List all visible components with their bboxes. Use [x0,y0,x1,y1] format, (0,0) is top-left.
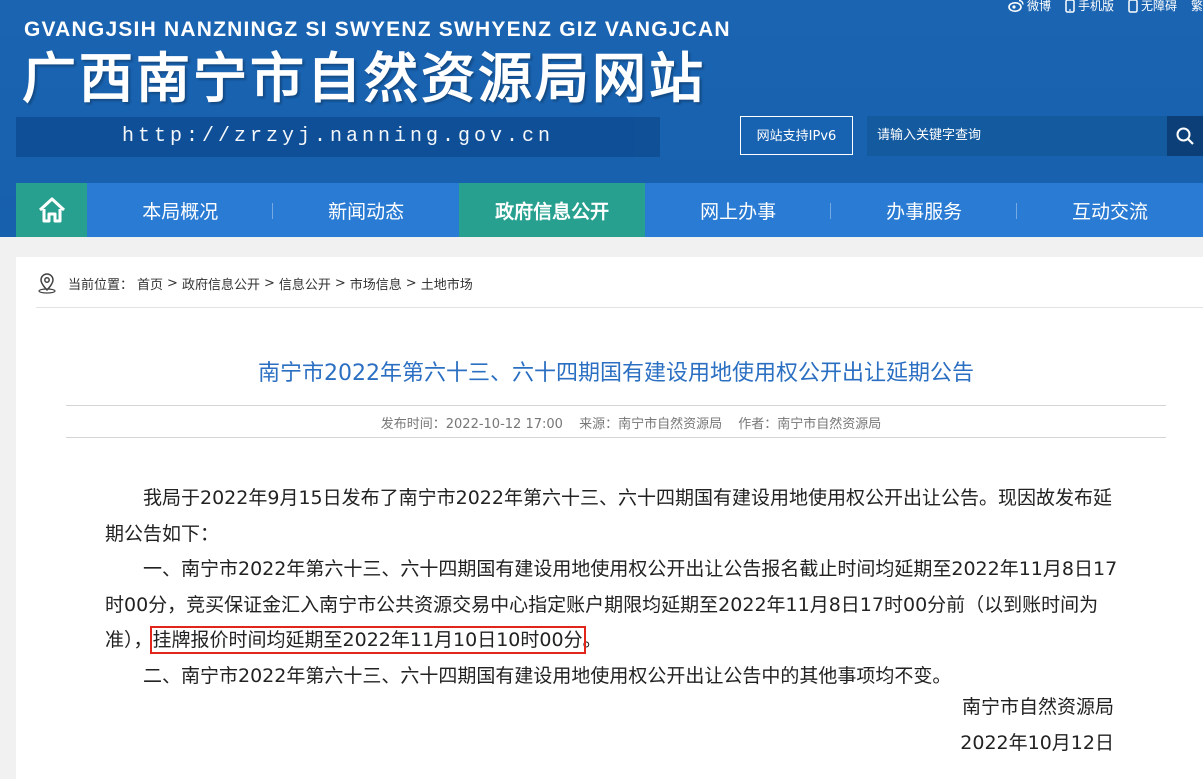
top-links: 微博 手机版 无障碍 繁 [1008,0,1203,14]
mobile-link[interactable]: 手机版 [1065,0,1114,14]
breadcrumb-separator: > [405,275,417,291]
nav-item-news[interactable]: 新闻动态 [273,183,459,237]
mobile-label: 手机版 [1077,0,1114,13]
paragraph-item-1: 一、南宁市2022年第六十三、六十四期国有建设用地使用权公开出让公告报名截止时间… [105,552,1119,659]
weibo-icon [1008,0,1024,12]
nav-item-services[interactable]: 办事服务 [831,183,1018,237]
accessibility-label: 无障碍 [1140,0,1177,13]
search-icon [1176,127,1194,145]
nav-label: 本局概况 [142,200,219,223]
publish-time: 发布时间：2022-10-12 17:00 [380,417,563,432]
site-url: http://zrzyj.nanning.gov.cn [121,125,555,148]
traditional-link[interactable]: 繁 [1191,0,1203,14]
site-header: 微博 手机版 无障碍 繁 GVANGJSIH NANZNINGZ SI SWYE… [0,0,1203,237]
meta-divider [66,437,1166,438]
breadcrumb-item-info-public[interactable]: 信息公开 [279,274,331,293]
signature-org: 南宁市自然资源局 [961,696,1114,718]
breadcrumb-divider [36,307,1203,308]
ipv6-badge[interactable]: 网站支持IPv6 [740,116,853,155]
nav-label: 互动交流 [1072,200,1149,223]
breadcrumb: 当前位置： 首页 > 政府信息公开 > 信息公开 > 市场信息 > 土地市场 [36,272,473,294]
main-nav: 本局概况 新闻动态 政府信息公开 网上办事 办事服务 互动交流 [16,183,1203,237]
breadcrumb-separator: > [263,275,275,291]
nav-item-online-service[interactable]: 网上办事 [645,183,832,237]
breadcrumb-item-gov-info[interactable]: 政府信息公开 [182,274,260,293]
site-title: 广西南宁市自然资源局网站 [22,47,706,110]
main-content: 当前位置： 首页 > 政府信息公开 > 信息公开 > 市场信息 > 土地市场 南… [16,257,1203,779]
location-icon [38,273,56,294]
signature: 南宁市自然资源局 2022年10月12日 [960,690,1114,761]
title-divider [66,405,1166,406]
highlighted-text: 挂牌报价时间均延期至2022年11月10日10时00分 [149,626,586,654]
breadcrumb-item-market-info[interactable]: 市场信息 [350,274,402,293]
traditional-label: 繁 [1190,0,1203,13]
breadcrumb-separator: > [167,275,178,291]
nav-home[interactable] [16,183,88,237]
nav-item-gov-info[interactable]: 政府信息公开 [459,183,646,237]
home-icon [38,197,65,223]
signature-date: 2022年10月12日 [960,731,1114,754]
paragraph-item-2: 二、南宁市2022年第六十三、六十四期国有建设用地使用权公开出让公告中的其他事项… [143,664,952,687]
article-body: 我局于2022年9月15日发布了南宁市2022年第六十三、六十四期国有建设用地使… [105,481,1119,694]
phone-icon [1065,0,1075,13]
url-bar: http://zrzyj.nanning.gov.cn [16,117,660,157]
nav-label: 办事服务 [886,200,963,223]
article-author: 作者：南宁市自然资源局 [738,417,882,432]
search-input[interactable]: 请输入关键字查询 [867,116,1167,156]
accessibility-icon [1128,0,1138,13]
nav-item-interaction[interactable]: 互动交流 [1017,183,1203,237]
weibo-label: 微博 [1026,0,1051,13]
article-meta: 发布时间：2022-10-12 17:00 来源：南宁市自然资源局 作者：南宁市… [16,413,1203,432]
breadcrumb-item-home[interactable]: 首页 [137,274,163,293]
nav-item-about[interactable]: 本局概况 [87,183,274,237]
site-pinyin-title: GVANGJSIH NANZNINGZ SI SWYENZ SWHYENZ GI… [24,18,731,41]
breadcrumb-label: 当前位置： [68,277,134,293]
breadcrumb-separator: > [334,275,346,291]
article-title: 南宁市2022年第六十三、六十四期国有建设用地使用权公开出让延期公告 [258,361,974,386]
article-source: 来源：南宁市自然资源局 [579,417,723,432]
search-button[interactable] [1167,116,1203,156]
nav-label: 政府信息公开 [495,200,610,223]
nav-label: 网上办事 [700,200,777,223]
nav-label: 新闻动态 [328,200,405,223]
accessibility-link[interactable]: 无障碍 [1128,0,1177,14]
weibo-link[interactable]: 微博 [1008,0,1051,14]
paragraph-item-1-end: 。 [582,629,602,651]
paragraph-intro: 我局于2022年9月15日发布了南宁市2022年第六十三、六十四期国有建设用地使… [105,487,1112,545]
breadcrumb-item-land-market[interactable]: 土地市场 [421,274,473,293]
